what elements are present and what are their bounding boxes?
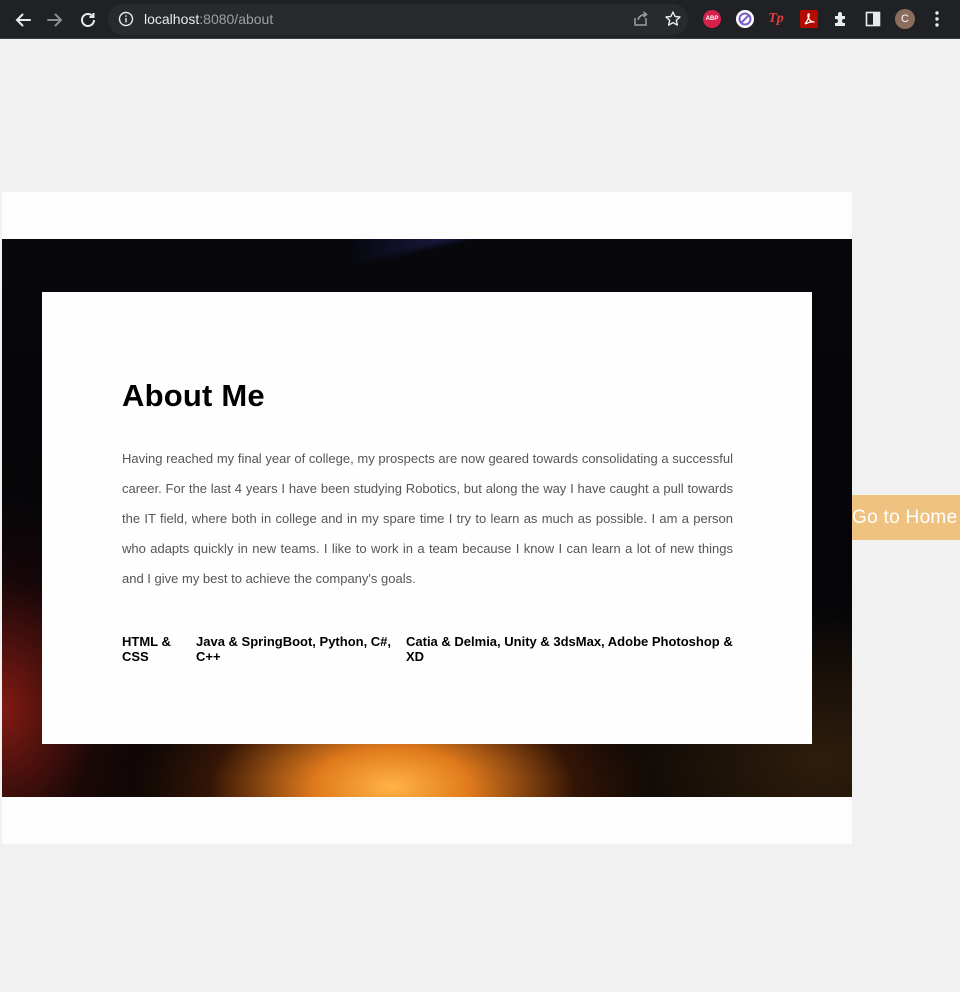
- adblock-extension-icon[interactable]: ABP: [703, 10, 721, 28]
- side-panel-icon[interactable]: [864, 10, 882, 28]
- reload-button[interactable]: [74, 6, 102, 34]
- url-text[interactable]: localhost:8080/about: [144, 11, 273, 28]
- skill-item-web: HTML & CSS: [122, 634, 171, 664]
- url-path: :8080/about: [199, 11, 274, 27]
- page-title: About Me: [122, 378, 265, 413]
- puzzle-icon[interactable]: [832, 10, 850, 28]
- browser-toolbar: localhost:8080/about ABP Tp C: [0, 0, 960, 39]
- tp-extension-icon[interactable]: Tp: [767, 10, 785, 28]
- address-bar[interactable]: localhost:8080/about: [108, 4, 688, 35]
- arrow-right-icon: [47, 13, 63, 27]
- profile-avatar[interactable]: C: [895, 9, 915, 29]
- reload-icon: [81, 13, 95, 27]
- url-host: localhost: [144, 11, 200, 27]
- info-icon[interactable]: [118, 11, 134, 32]
- arrow-left-icon: [15, 13, 31, 27]
- bio-paragraph: Having reached my final year of college,…: [122, 451, 733, 586]
- kebab-menu-icon[interactable]: [929, 10, 945, 33]
- about-card: About Me Having reached my final year of…: [42, 292, 812, 744]
- forward-button[interactable]: [41, 6, 69, 34]
- back-button[interactable]: [9, 6, 37, 34]
- star-icon[interactable]: [664, 10, 682, 33]
- skill-item-design: Catia & Delmia, Unity & 3dsMax, Adobe Ph…: [406, 634, 733, 664]
- skill-item-programming: Java & SpringBoot, Python, C#, C++: [196, 634, 392, 664]
- hero-light-stripe: [332, 239, 757, 267]
- pdf-extension-icon[interactable]: [800, 10, 818, 28]
- go-to-home-label: Go to Home: [852, 507, 958, 528]
- go-to-home-button[interactable]: Go to Home: [852, 495, 960, 540]
- share-icon[interactable]: [632, 10, 650, 33]
- block-extension-icon[interactable]: [736, 10, 754, 28]
